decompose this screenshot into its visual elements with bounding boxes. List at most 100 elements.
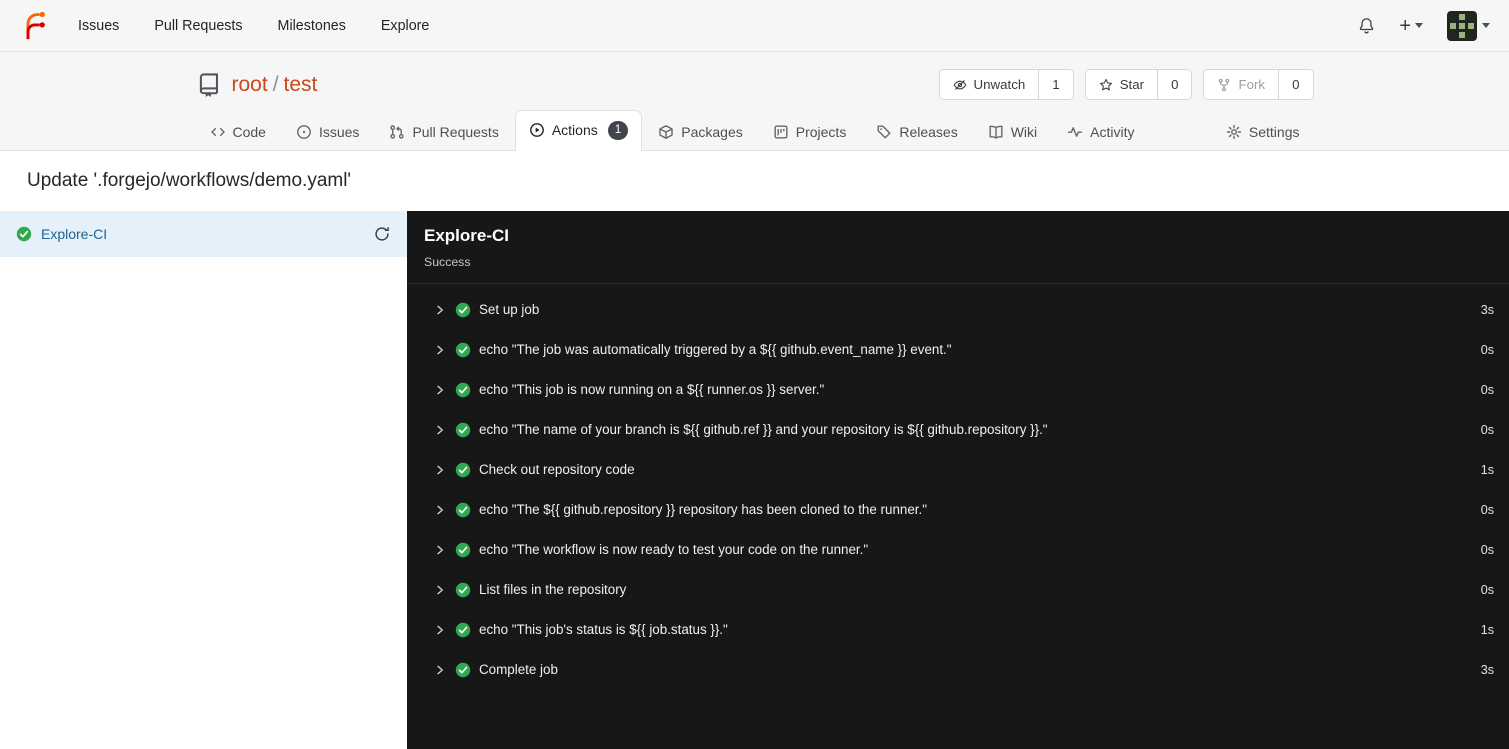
step-row[interactable]: echo "This job's status is ${{ job.statu…	[407, 610, 1509, 650]
tab-label: Actions	[551, 122, 598, 139]
page-title-bar: Update '.forgejo/workflows/demo.yaml'	[0, 150, 1509, 211]
run-log-header: Explore-CI Success	[407, 211, 1509, 284]
fork-label: Fork	[1238, 77, 1266, 92]
step-duration: 0s	[1480, 382, 1494, 397]
step-duration: 1s	[1480, 462, 1494, 477]
tab-code[interactable]: Code	[196, 113, 280, 151]
watch-button-group: Unwatch 1	[938, 69, 1074, 100]
pull-request-icon	[389, 124, 405, 140]
repo-name-link[interactable]: test	[284, 73, 318, 97]
nav-item-milestones[interactable]: Milestones	[278, 18, 346, 34]
avatar	[1447, 10, 1477, 41]
plus-icon: +	[1399, 14, 1411, 37]
star-icon	[1099, 78, 1113, 92]
chevron-right-icon	[434, 504, 446, 516]
step-row[interactable]: echo "The workflow is now ready to test …	[407, 530, 1509, 570]
navbar-right: +	[1358, 10, 1490, 41]
step-row[interactable]: echo "The name of your branch is ${{ git…	[407, 410, 1509, 450]
chevron-right-icon	[434, 584, 446, 596]
star-button[interactable]: Star	[1085, 70, 1159, 99]
star-count-button[interactable]: 0	[1158, 70, 1192, 99]
create-new-button[interactable]: +	[1399, 16, 1423, 36]
code-icon	[210, 124, 226, 140]
step-name: echo "The job was automatically triggere…	[479, 342, 952, 358]
tab-label: Projects	[795, 123, 847, 140]
tag-icon	[876, 124, 892, 140]
step-duration: 0s	[1480, 342, 1494, 357]
fork-button[interactable]: Fork	[1204, 70, 1280, 99]
chevron-right-icon	[434, 544, 446, 556]
tab-activity[interactable]: Activity	[1053, 113, 1148, 151]
nav-item-issues[interactable]: Issues	[78, 18, 119, 34]
job-item-explore-ci[interactable]: Explore-CI	[0, 210, 407, 257]
nav-item-pull-requests[interactable]: Pull Requests	[154, 18, 242, 34]
step-duration: 0s	[1480, 422, 1494, 437]
step-duration: 3s	[1480, 662, 1494, 677]
step-name: echo "The workflow is now ready to test …	[479, 542, 869, 558]
success-check-icon	[455, 662, 471, 678]
issue-opened-icon	[296, 124, 312, 140]
tab-wiki[interactable]: Wiki	[974, 113, 1051, 151]
success-check-icon	[455, 622, 471, 638]
repo-owner-link[interactable]: root	[232, 73, 268, 97]
tab-label: Packages	[681, 123, 743, 140]
repo-action-buttons: Unwatch 1 Star 0 Fork 0	[938, 69, 1314, 100]
job-name: Explore-CI	[41, 225, 108, 242]
step-duration: 0s	[1480, 582, 1494, 597]
tab-settings[interactable]: Settings	[1212, 113, 1314, 151]
step-duration: 0s	[1480, 502, 1494, 517]
star-label: Star	[1119, 77, 1145, 92]
fork-count-button[interactable]: 0	[1279, 70, 1313, 99]
success-check-icon	[16, 226, 32, 242]
tab-label: Pull Requests	[412, 123, 499, 140]
tab-label: Settings	[1248, 123, 1300, 140]
chevron-right-icon	[434, 424, 446, 436]
repo-title-row: root / test Unwatch 1 Star 0 Fork 0	[196, 69, 1314, 100]
book-icon	[988, 124, 1004, 140]
tab-packages[interactable]: Packages	[644, 113, 756, 151]
watch-count-button[interactable]: 1	[1039, 70, 1073, 99]
tab-actions[interactable]: Actions 1	[514, 110, 643, 151]
chevron-right-icon	[434, 344, 446, 356]
success-check-icon	[455, 422, 471, 438]
actions-count-badge: 1	[607, 121, 629, 140]
nav-item-explore[interactable]: Explore	[381, 18, 429, 34]
step-row[interactable]: Complete job 3s	[407, 650, 1509, 690]
tab-projects[interactable]: Projects	[759, 113, 861, 151]
tab-label: Code	[232, 123, 266, 140]
forgejo-logo[interactable]	[20, 11, 50, 41]
step-row[interactable]: Check out repository code 1s	[407, 450, 1509, 490]
bell-icon	[1358, 17, 1375, 34]
step-duration: 3s	[1480, 302, 1494, 317]
step-name: Complete job	[479, 662, 558, 678]
page-title: Update '.forgejo/workflows/demo.yaml'	[27, 169, 352, 191]
step-row[interactable]: echo "The job was automatically triggere…	[407, 330, 1509, 370]
run-title: Explore-CI	[424, 225, 510, 245]
unwatch-button[interactable]: Unwatch	[939, 70, 1040, 99]
success-check-icon	[455, 462, 471, 478]
repo-path-separator: /	[272, 72, 279, 96]
tab-pull-requests[interactable]: Pull Requests	[375, 113, 512, 151]
user-menu-button[interactable]	[1447, 10, 1490, 41]
step-row[interactable]: List files in the repository 0s	[407, 570, 1509, 610]
step-row[interactable]: echo "The ${{ github.repository }} repos…	[407, 490, 1509, 530]
tab-issues[interactable]: Issues	[282, 113, 373, 151]
play-circle-icon	[529, 122, 545, 138]
fork-button-group: Fork 0	[1203, 69, 1314, 100]
steps-list: Set up job 3s echo "The job was automati…	[407, 284, 1509, 696]
sync-icon	[375, 226, 389, 241]
fork-icon	[1217, 78, 1231, 92]
chevron-right-icon	[434, 304, 446, 316]
step-row[interactable]: echo "This job is now running on a ${{ r…	[407, 370, 1509, 410]
step-row[interactable]: Set up job 3s	[407, 290, 1509, 330]
success-check-icon	[455, 342, 471, 358]
eye-off-icon	[953, 78, 967, 92]
repo-icon	[196, 72, 222, 98]
success-check-icon	[455, 502, 471, 518]
chevron-right-icon	[434, 624, 446, 636]
step-name: echo "This job's status is ${{ job.statu…	[479, 622, 728, 638]
project-board-icon	[773, 124, 789, 140]
rerun-button[interactable]	[374, 226, 390, 242]
tab-releases[interactable]: Releases	[862, 113, 971, 151]
notifications-button[interactable]	[1358, 17, 1375, 34]
